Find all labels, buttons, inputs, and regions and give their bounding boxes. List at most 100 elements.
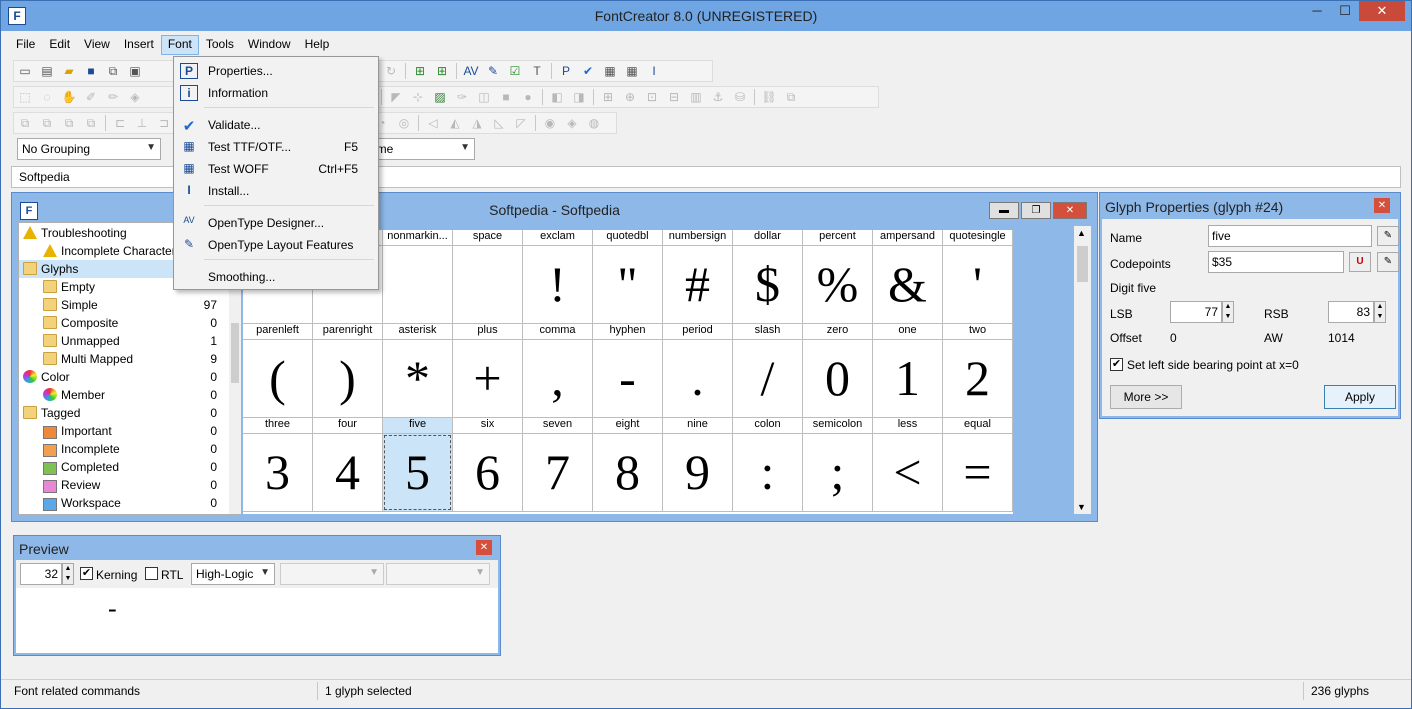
metrics-icon[interactable]: ▥ bbox=[685, 87, 707, 107]
glyph-cell[interactable]: six 6 bbox=[453, 418, 523, 512]
sort-select[interactable]: ame ▼ bbox=[365, 138, 475, 160]
kerning-label[interactable]: Kerning bbox=[96, 568, 137, 582]
union-icon[interactable]: ◉ bbox=[539, 113, 561, 133]
tree-item-review[interactable]: Review 0 bbox=[19, 476, 229, 494]
lasso-icon[interactable]: ◌ bbox=[36, 87, 58, 107]
kerning-checkbox[interactable]: ✔ bbox=[80, 567, 93, 580]
tree-item-workspace[interactable]: Workspace 0 bbox=[19, 494, 229, 512]
rtl-checkbox[interactable] bbox=[145, 567, 158, 580]
arrow-icon[interactable]: ◤ bbox=[385, 87, 407, 107]
open-folder-icon[interactable]: ▰ bbox=[58, 61, 80, 81]
minimize-button[interactable]: ─ bbox=[1303, 1, 1331, 21]
glyph-cell[interactable]: nine 9 bbox=[663, 418, 733, 512]
menu-help[interactable]: Help bbox=[298, 35, 337, 55]
glyph-cell[interactable]: nonmarkin... bbox=[383, 230, 453, 324]
next-icon[interactable]: ◨ bbox=[568, 87, 590, 107]
align-icon[interactable]: ⊞ bbox=[597, 87, 619, 107]
codepoints-edit-icon[interactable]: ✎ bbox=[1377, 252, 1399, 272]
rtl-label[interactable]: RTL bbox=[161, 568, 183, 582]
close-button[interactable]: ✕ bbox=[1053, 202, 1087, 219]
tree-item-color[interactable]: Color 0 bbox=[19, 368, 229, 386]
shape-icon[interactable]: ◫ bbox=[473, 87, 495, 107]
new-template-icon[interactable]: ▤ bbox=[36, 61, 58, 81]
rectangle-icon[interactable]: ■ bbox=[495, 87, 517, 107]
glyph-cell[interactable]: seven 7 bbox=[523, 418, 593, 512]
menu-item-properties[interactable]: P Properties... bbox=[174, 60, 378, 82]
tree-item-tagged[interactable]: Tagged 0 bbox=[19, 404, 229, 422]
install-icon[interactable]: I bbox=[643, 61, 665, 81]
sync-icon[interactable]: ◎ bbox=[393, 113, 415, 133]
chevron-up-icon[interactable]: ▲ bbox=[1077, 228, 1086, 238]
minimize-button[interactable]: ▬ bbox=[989, 202, 1019, 219]
rsb-stepper[interactable]: ▲ ▼ bbox=[1374, 301, 1386, 323]
menu-item-test-woff[interactable]: ▦ Test WOFF Ctrl+F5 bbox=[174, 158, 378, 180]
codepoints-input[interactable]: $35 bbox=[1208, 251, 1344, 273]
fill-icon[interactable]: ⛁ bbox=[729, 87, 751, 107]
glyph-cell[interactable]: comma, bbox=[523, 324, 593, 418]
disabled-select[interactable]: ▼ bbox=[386, 563, 490, 585]
set-lsb-checkbox[interactable]: ✔ bbox=[1110, 358, 1123, 371]
preview-size-stepper[interactable]: ▲ ▼ bbox=[62, 563, 74, 585]
copy-contour-icon[interactable]: ⧉ bbox=[14, 113, 36, 133]
tree-item-multi-mapped[interactable]: Multi Mapped 9 bbox=[19, 350, 229, 368]
menu-item-install[interactable]: I Install... bbox=[174, 180, 378, 202]
tree-item-simple[interactable]: Simple 97 bbox=[19, 296, 229, 314]
menu-item-opentype-designer[interactable]: AV OpenType Designer... bbox=[174, 212, 378, 234]
preview-size-input[interactable]: 32 bbox=[20, 563, 62, 585]
menu-view[interactable]: View bbox=[77, 35, 117, 55]
tree-item-incomplete[interactable]: Incomplete 0 bbox=[19, 440, 229, 458]
flip-icon[interactable]: ◭ bbox=[444, 113, 466, 133]
glyph-cell[interactable]: equal = bbox=[943, 418, 1013, 512]
overlap-icon[interactable]: ⧉ bbox=[780, 87, 802, 107]
glyph-cell[interactable]: five 5 bbox=[383, 418, 453, 512]
glyph-cell[interactable]: exclam! bbox=[523, 230, 593, 324]
menu-item-smoothing[interactable]: Smoothing... bbox=[174, 266, 378, 288]
glyph-cell[interactable]: one 1 bbox=[873, 324, 943, 418]
glyph-cell[interactable]: quotesingle ' bbox=[943, 230, 1013, 324]
contour-icon[interactable]: ✑ bbox=[451, 87, 473, 107]
render-select[interactable]: High-Logic ▼ bbox=[191, 563, 275, 585]
glyph-cell[interactable]: period. bbox=[663, 324, 733, 418]
menu-font[interactable]: Font bbox=[160, 35, 199, 55]
menu-item-test-ttf[interactable]: ▦ Test TTF/OTF... F5 bbox=[174, 136, 378, 158]
tree-item-important[interactable]: Important 0 bbox=[19, 422, 229, 440]
glyph-cell[interactable]: three 3 bbox=[243, 418, 313, 512]
duplicate-icon[interactable]: ⧉ bbox=[58, 113, 80, 133]
ellipse-icon[interactable]: ● bbox=[517, 87, 539, 107]
align-right-icon[interactable]: ⊐ bbox=[153, 113, 175, 133]
lsb-stepper[interactable]: ▲ ▼ bbox=[1222, 301, 1234, 323]
glyph-cell[interactable]: eight 8 bbox=[593, 418, 663, 512]
glyph-cell[interactable]: parenright) bbox=[313, 324, 383, 418]
menu-file[interactable]: File bbox=[9, 35, 42, 55]
distribute-v-icon[interactable]: ⊟ bbox=[663, 87, 685, 107]
glyph-cell[interactable]: dollar $ bbox=[733, 230, 803, 324]
name-edit-icon[interactable]: ✎ bbox=[1377, 226, 1399, 246]
unicode-icon[interactable]: U bbox=[1349, 252, 1371, 272]
redo-icon[interactable]: ↻ bbox=[380, 61, 402, 81]
glyph-cell[interactable]: semicolon; bbox=[803, 418, 873, 512]
glyph-cell[interactable]: slash / bbox=[733, 324, 803, 418]
grouping-select[interactable]: No Grouping ▼ bbox=[17, 138, 161, 160]
export-icon[interactable]: ▣ bbox=[124, 61, 146, 81]
disabled-select[interactable]: ▼ bbox=[280, 563, 384, 585]
image-icon[interactable]: ▨ bbox=[429, 87, 451, 107]
glyph-cell[interactable]: quotedbl " bbox=[593, 230, 663, 324]
subtract-icon[interactable]: ◍ bbox=[583, 113, 605, 133]
glyph-cell[interactable]: four 4 bbox=[313, 418, 383, 512]
add-glyphs-icon[interactable]: ⊞ bbox=[431, 61, 453, 81]
intersect-icon[interactable]: ◈ bbox=[561, 113, 583, 133]
tree-item-member[interactable]: Member 0 bbox=[19, 386, 229, 404]
anchor-icon[interactable]: ⚓ bbox=[707, 87, 729, 107]
select-icon[interactable]: ⬚ bbox=[14, 87, 36, 107]
glyph-grid-scrollbar[interactable]: ▲ ▼ bbox=[1074, 226, 1091, 514]
close-panel-button[interactable]: ✕ bbox=[1374, 198, 1390, 213]
menu-item-validate[interactable]: ✔ Validate... bbox=[174, 114, 378, 136]
close-panel-button[interactable]: ✕ bbox=[476, 540, 492, 555]
set-lsb-label[interactable]: Set left side bearing point at x=0 bbox=[1127, 358, 1299, 372]
more-button[interactable]: More >> bbox=[1110, 385, 1182, 409]
new-file-icon[interactable]: ▭ bbox=[14, 61, 36, 81]
tree-item-completed[interactable]: Completed 0 bbox=[19, 458, 229, 476]
menu-insert[interactable]: Insert bbox=[117, 35, 161, 55]
validate-icon[interactable]: ☑ bbox=[504, 61, 526, 81]
scale-icon[interactable]: ◸ bbox=[510, 113, 532, 133]
